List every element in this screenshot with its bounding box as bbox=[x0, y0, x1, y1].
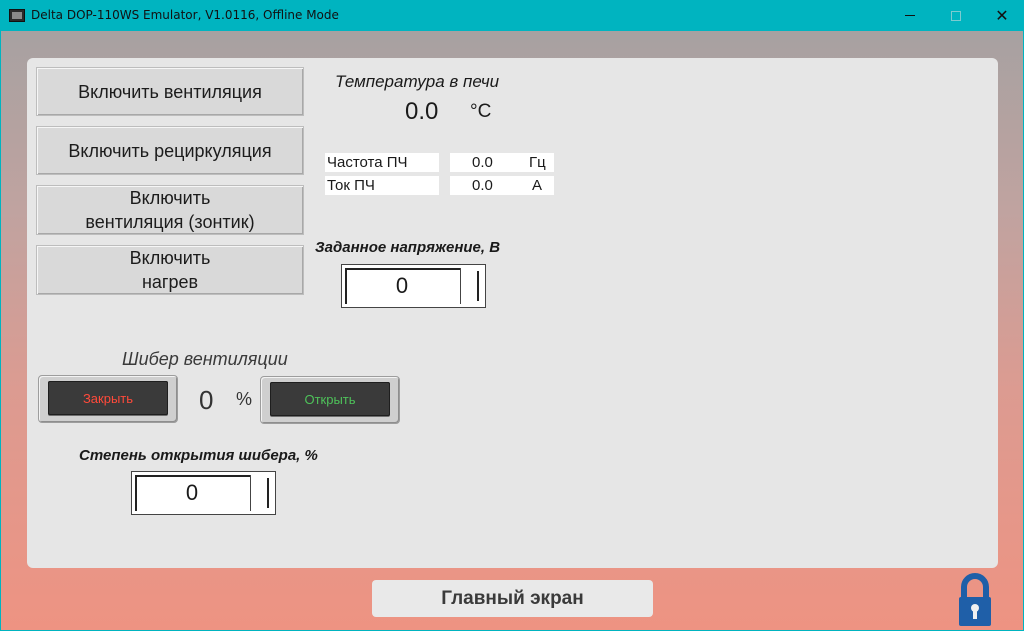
inverter-current-unit: А bbox=[532, 177, 543, 194]
close-button[interactable]: ✕ bbox=[979, 0, 1024, 31]
hmi-screen: Включить вентиляция Включить рециркуляци… bbox=[1, 31, 1023, 630]
furnace-temp-title: Температура в печи bbox=[335, 72, 500, 91]
heat-on-button[interactable]: Включить нагрев bbox=[36, 245, 304, 295]
damper-close-face: Закрыть bbox=[48, 381, 168, 415]
maximize-button[interactable] bbox=[933, 0, 979, 31]
vent-umbrella-on-button[interactable]: Включить вентиляция (зонтик) bbox=[36, 185, 304, 235]
minimize-icon bbox=[905, 15, 915, 16]
damper-close-label: Закрыть bbox=[82, 390, 134, 406]
damper-setpoint-spinner[interactable] bbox=[250, 475, 272, 511]
inverter-freq-cell: 0.0 Гц bbox=[450, 153, 554, 172]
voltage-setpoint-spinner[interactable] bbox=[460, 268, 482, 304]
inverter-current-value: 0.0 bbox=[472, 177, 493, 194]
voltage-setpoint-title: Заданное напряжение, В bbox=[315, 239, 501, 256]
inverter-current-label: Ток ПЧ bbox=[325, 176, 439, 195]
inverter-freq-value: 0.0 bbox=[472, 154, 493, 171]
damper-setpoint-title: Степень открытия шибера, % bbox=[79, 447, 318, 464]
app-icon bbox=[9, 9, 25, 22]
inverter-current-cell: 0.0 А bbox=[450, 176, 554, 195]
damper-close-button[interactable]: Закрыть bbox=[38, 375, 178, 423]
inverter-freq-label: Частота ПЧ bbox=[325, 153, 439, 172]
damper-position-unit: % bbox=[236, 389, 253, 409]
vent-on-button[interactable]: Включить вентиляция bbox=[36, 67, 304, 116]
inverter-freq-unit: Гц bbox=[529, 154, 546, 171]
recirc-on-button[interactable]: Включить рециркуляция bbox=[36, 126, 304, 175]
furnace-temp-value: 0.0 bbox=[405, 98, 439, 125]
damper-open-label: Открыть bbox=[304, 391, 356, 407]
window-title: Delta DOP-110WS Emulator, V1.0116, Offli… bbox=[31, 8, 339, 22]
maximize-icon bbox=[951, 10, 961, 21]
window-titlebar: Delta DOP-110WS Emulator, V1.0116, Offli… bbox=[0, 0, 1024, 31]
damper-position-value: 0 bbox=[199, 385, 214, 415]
damper-open-face: Открыть bbox=[270, 382, 390, 416]
main-screen-button[interactable]: Главный экран bbox=[372, 580, 653, 617]
damper-title: Шибер вентиляции bbox=[122, 349, 288, 369]
close-icon: ✕ bbox=[995, 7, 1009, 25]
lock-icon[interactable] bbox=[958, 573, 992, 627]
damper-open-button[interactable]: Открыть bbox=[260, 376, 400, 424]
furnace-temp-unit: °C bbox=[470, 101, 492, 122]
minimize-button[interactable] bbox=[887, 0, 933, 31]
main-panel: Включить вентиляция Включить рециркуляци… bbox=[27, 58, 998, 568]
voltage-setpoint-input[interactable]: 0 bbox=[341, 264, 486, 308]
damper-setpoint-input[interactable]: 0 bbox=[131, 471, 276, 515]
damper-setpoint-value: 0 bbox=[185, 480, 199, 505]
voltage-setpoint-value: 0 bbox=[395, 273, 409, 298]
